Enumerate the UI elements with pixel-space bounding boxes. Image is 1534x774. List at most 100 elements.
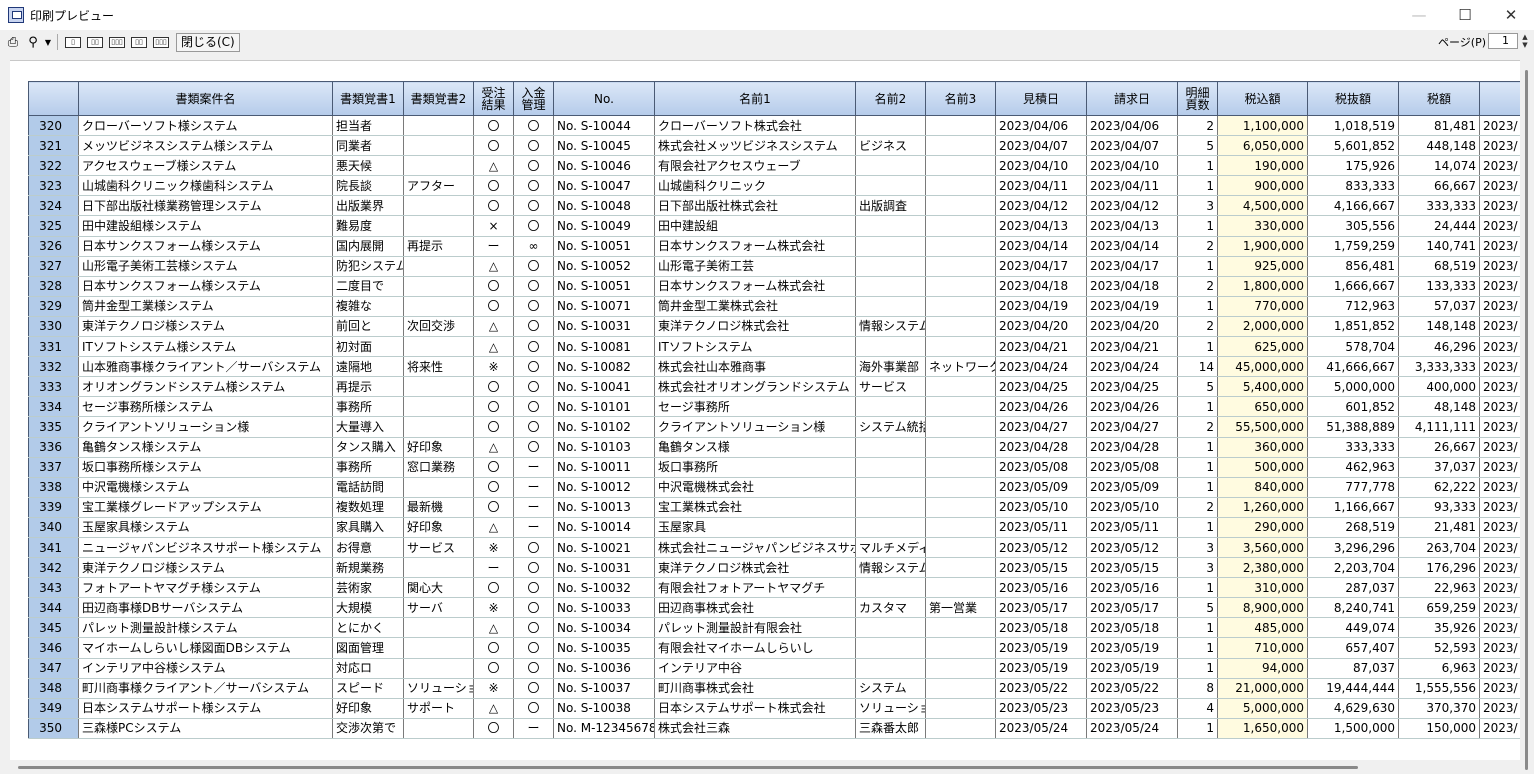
table-cell: サービス: [403, 537, 474, 559]
table-cell: 東洋テクノロジ様システム: [78, 557, 333, 579]
table-cell: 41,666,667: [1307, 356, 1399, 378]
table-cell: 3: [1177, 557, 1218, 579]
table-row: 347 インテリア中谷様システム 対応ロ〇〇 No. S-10036 インテリア中谷 20…: [28, 658, 1520, 679]
column-header: 明細 頁数: [1177, 81, 1218, 116]
table-cell: 〇: [513, 135, 554, 157]
page-input[interactable]: 1: [1488, 33, 1518, 49]
vertical-scrollbar[interactable]: [1520, 54, 1534, 770]
table-cell: [403, 637, 474, 659]
table-cell: No. S-10041: [553, 376, 655, 398]
table-cell: 462,963: [1307, 457, 1399, 478]
table-cell: 日本サンクスフォーム様システム: [78, 236, 333, 257]
table-cell: 900,000: [1217, 175, 1308, 197]
chevron-down-icon[interactable]: ▼: [43, 33, 53, 51]
table-cell: 2023/: [1479, 617, 1520, 639]
table-cell: No. S-10103: [553, 437, 655, 458]
table-cell: 175,926: [1307, 155, 1399, 177]
vertical-scroll-thumb[interactable]: [1525, 70, 1528, 770]
row-number: 337: [28, 457, 79, 478]
table-cell: 2023/05/08: [995, 457, 1087, 478]
maximize-icon[interactable]: ☐: [1442, 0, 1488, 30]
four-page-view-icon[interactable]: ▯▯: [128, 33, 150, 51]
table-row: 341 ニュージャパンビジネスサポート様システム お得意 サービス ※ 〇 No. S-10…: [28, 537, 1520, 559]
column-header: 税込額: [1217, 81, 1308, 116]
table-cell: 710,000: [1217, 637, 1308, 659]
six-page-view-icon[interactable]: ▯▯▯: [150, 33, 172, 51]
table-row: 336 亀鶴タンス様システム タンス購入 好印象 △ 〇 No. S-10103 亀鶴タンス様…: [28, 437, 1520, 458]
row-number: 333: [28, 376, 79, 398]
table-cell: 1: [1177, 658, 1218, 679]
table-cell: 芸術家: [332, 577, 404, 599]
table-cell: 家具購入: [332, 517, 404, 538]
table-cell: 東洋テクノロジ株式会社: [654, 316, 856, 338]
table-cell: 268,519: [1307, 517, 1399, 538]
table-cell: 3,333,333: [1398, 356, 1480, 378]
table-cell: 94,000: [1217, 658, 1308, 679]
table-cell: 有限会社フォトアートヤマグチ: [654, 577, 856, 599]
table-cell: 2023/04/12: [1086, 195, 1178, 217]
table-cell: ー: [513, 718, 554, 739]
table-cell: アフター: [403, 175, 474, 197]
toolbar-divider: [57, 34, 58, 50]
table-cell: [925, 457, 996, 478]
column-header: 税抜額: [1307, 81, 1399, 116]
table-row: 340 玉屋家具様システム 家具購入 好印象 △ ー No. S-10014 玉屋家具 2023…: [28, 517, 1520, 538]
table-cell: 〇: [473, 396, 514, 418]
table-cell: 株式会社山本雅商事: [654, 356, 856, 378]
report-table: 書類案件名 書類覚書1 書類覚書2 受注 結果 入金 管理 No. 名前1 名前2 名前3 見積日…: [28, 81, 1520, 739]
table-cell: 最新機: [403, 497, 474, 518]
table-cell: ※: [473, 678, 514, 699]
table-cell: 1,900,000: [1217, 236, 1308, 257]
table-cell: 37,037: [1398, 457, 1480, 478]
table-cell: 485,000: [1217, 617, 1308, 639]
table-cell: 833,333: [1307, 175, 1399, 197]
close-button[interactable]: 閉じる(C): [176, 32, 240, 52]
close-icon[interactable]: ✕: [1488, 0, 1534, 30]
table-cell: 2023/05/22: [1086, 678, 1178, 699]
table-cell: 26,667: [1398, 437, 1480, 458]
minimize-icon[interactable]: —: [1396, 0, 1442, 30]
table-cell: 2023/05/17: [1086, 597, 1178, 619]
table-cell: [925, 376, 996, 398]
table-cell: ※: [473, 597, 514, 619]
table-cell: 2023/04/25: [1086, 376, 1178, 398]
column-header: 見積日: [995, 81, 1087, 116]
horizontal-scroll-thumb[interactable]: [18, 766, 1358, 769]
table-cell: 1,650,000: [1217, 718, 1308, 739]
table-cell: [925, 537, 996, 559]
row-number: 324: [28, 195, 79, 217]
table-cell: セージ事務所様システム: [78, 396, 333, 418]
table-cell: 日本サンクスフォーム株式会社: [654, 236, 856, 257]
table-cell: 〇: [473, 658, 514, 679]
table-cell: クライアントソリューション様: [654, 416, 856, 438]
two-page-view-icon[interactable]: ▯▯: [84, 33, 106, 51]
table-cell: 〇: [513, 356, 554, 378]
zoom-icon[interactable]: ⚲: [23, 33, 43, 51]
table-cell: 筒井金型工業様システム: [78, 296, 333, 317]
horizontal-scrollbar[interactable]: [0, 760, 1520, 774]
one-page-view-icon[interactable]: ▯: [62, 33, 84, 51]
three-page-view-icon[interactable]: ▯▯▯: [106, 33, 128, 51]
table-cell: [403, 376, 474, 398]
table-cell: 〇: [513, 698, 554, 719]
table-cell: 68,519: [1398, 256, 1480, 277]
table-cell: 〇: [513, 296, 554, 317]
table-cell: 1: [1177, 637, 1218, 659]
table-cell: 2023/: [1479, 336, 1520, 358]
table-cell: 57,037: [1398, 296, 1480, 317]
table-cell: 1: [1177, 577, 1218, 599]
print-preview-window: 印刷プレビュー — ☐ ✕ ⎙ ⚲ ▼ ▯ ▯▯ ▯▯▯ ▯▯ ▯▯▯ 閉じる(…: [0, 0, 1534, 774]
page-spinner-icon[interactable]: ▲ ▼: [1519, 33, 1531, 49]
print-icon[interactable]: ⎙: [3, 33, 23, 51]
table-cell: [403, 658, 474, 679]
table-cell: メッツビジネスシステム様システム: [78, 135, 333, 157]
table-cell: 5: [1177, 597, 1218, 619]
table-cell: 再提示: [403, 236, 474, 257]
table-cell: 35,926: [1398, 617, 1480, 639]
column-header: No.: [553, 81, 655, 116]
table-cell: [855, 577, 926, 599]
table-cell: [925, 617, 996, 639]
table-cell: 4,500,000: [1217, 195, 1308, 217]
table-cell: [403, 718, 474, 739]
column-header: 更: [1479, 81, 1520, 116]
